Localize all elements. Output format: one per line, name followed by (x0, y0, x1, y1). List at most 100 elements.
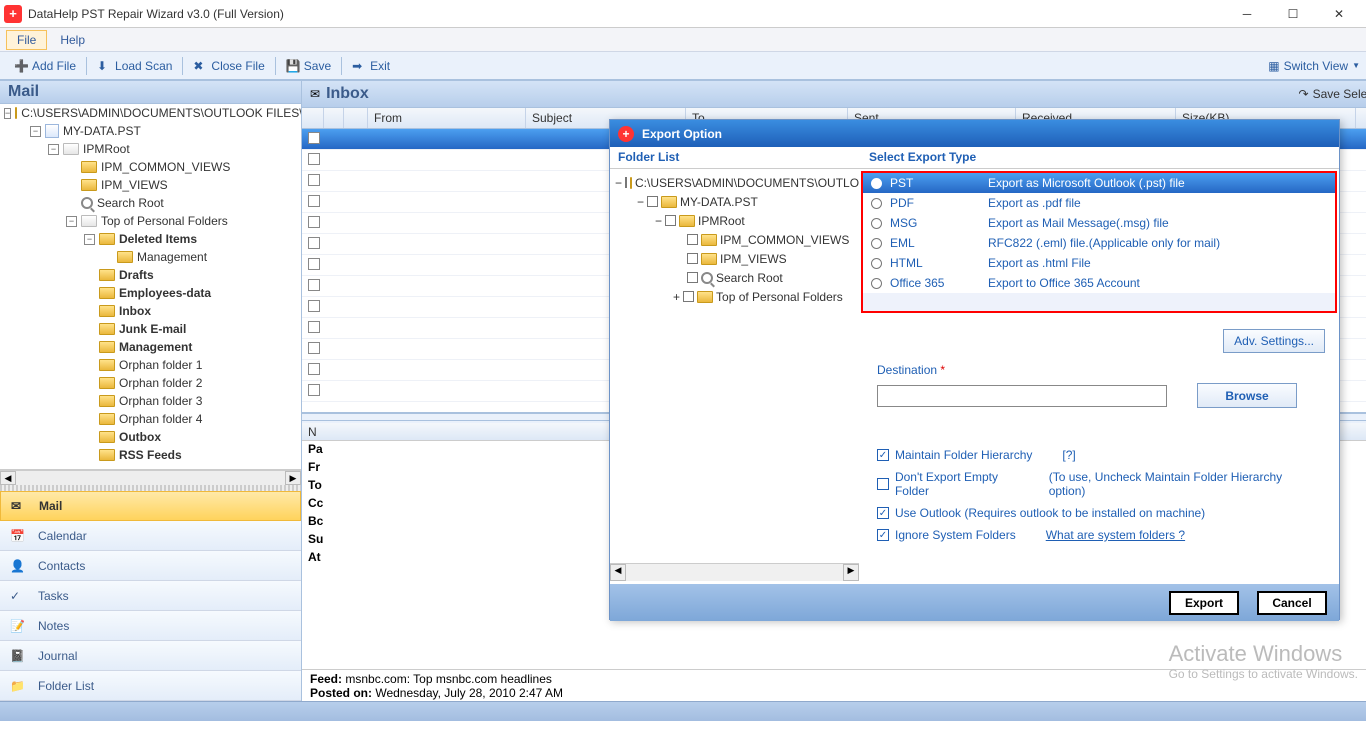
tree-node[interactable]: Orphan folder 2 (0, 374, 301, 392)
expand-toggle[interactable]: − (615, 176, 622, 190)
load-scan-button[interactable]: ⬇Load Scan (89, 55, 180, 77)
radio-button[interactable] (871, 178, 882, 189)
nav-journal[interactable]: 📓Journal (0, 641, 301, 671)
node-checkbox[interactable] (687, 234, 698, 245)
column-header[interactable] (344, 108, 368, 128)
tree-node[interactable]: −IPMRoot (0, 140, 301, 158)
row-checkbox[interactable] (308, 174, 320, 186)
export-type-office-365[interactable]: Office 365Export to Office 365 Account (863, 273, 1335, 293)
row-checkbox[interactable] (308, 153, 320, 165)
export-tree-node[interactable]: −C:\USERS\ADMIN\DOCUMENTS\OUTLOOK FILES\… (612, 173, 857, 192)
add-file-button[interactable]: ➕Add File (6, 55, 84, 77)
expand-toggle[interactable]: − (30, 126, 41, 137)
tree-node[interactable]: Drafts (0, 266, 301, 284)
modal-tree-h-scrollbar[interactable]: ◀▶ (610, 563, 859, 581)
switch-view-dropdown[interactable]: ▦Switch View▼ (1268, 59, 1360, 73)
tree-node[interactable]: Employees-data (0, 284, 301, 302)
row-checkbox[interactable] (308, 258, 320, 270)
row-checkbox[interactable] (308, 363, 320, 375)
close-button[interactable]: ✕ (1316, 0, 1362, 28)
expand-toggle[interactable]: − (4, 108, 11, 119)
radio-button[interactable] (871, 238, 882, 249)
export-type-pdf[interactable]: PDFExport as .pdf file (863, 193, 1335, 213)
row-checkbox[interactable] (308, 216, 320, 228)
export-tree-node[interactable]: IPM_VIEWS (612, 249, 857, 268)
help-link[interactable]: [?] (1062, 448, 1075, 462)
node-checkbox[interactable] (665, 215, 676, 226)
minimize-button[interactable]: ─ (1224, 0, 1270, 28)
folder-tree[interactable]: −C:\USERS\ADMIN\DOCUMENTS\OUTLOOK FILES\… (0, 104, 301, 470)
tree-node[interactable]: −C:\USERS\ADMIN\DOCUMENTS\OUTLOOK FILES\… (0, 104, 301, 122)
nav-tasks[interactable]: ✓Tasks (0, 581, 301, 611)
column-header[interactable] (302, 108, 324, 128)
export-tree-node[interactable]: Search Root (612, 268, 857, 287)
use-outlook-checkbox[interactable] (877, 507, 889, 519)
row-checkbox[interactable] (308, 237, 320, 249)
radio-button[interactable] (871, 258, 882, 269)
export-type-pst[interactable]: PSTExport as Microsoft Outlook (.pst) fi… (863, 173, 1335, 193)
tree-node[interactable]: −Deleted Items (0, 230, 301, 248)
row-checkbox[interactable] (308, 321, 320, 333)
exit-button[interactable]: ➡Exit (344, 55, 398, 77)
maintain-hierarchy-checkbox[interactable] (877, 449, 889, 461)
tree-node[interactable]: IPM_VIEWS (0, 176, 301, 194)
ignore-system-folders-checkbox[interactable] (877, 529, 889, 541)
export-type-msg[interactable]: MSGExport as Mail Message(.msg) file (863, 213, 1335, 233)
tree-node[interactable]: Management (0, 338, 301, 356)
column-header[interactable]: From (368, 108, 526, 128)
nav-notes[interactable]: 📝Notes (0, 611, 301, 641)
expand-toggle[interactable]: − (655, 214, 662, 228)
radio-button[interactable] (871, 198, 882, 209)
tree-h-scrollbar[interactable]: ◀▶ (0, 470, 301, 485)
expand-toggle[interactable]: − (48, 144, 59, 155)
tree-node[interactable]: Search Root (0, 194, 301, 212)
node-checkbox[interactable] (687, 272, 698, 283)
export-folder-tree[interactable]: −C:\USERS\ADMIN\DOCUMENTS\OUTLOOK FILES\… (610, 169, 859, 563)
nav-calendar[interactable]: 📅Calendar (0, 521, 301, 551)
expand-toggle[interactable]: − (84, 234, 95, 245)
maximize-button[interactable]: ☐ (1270, 0, 1316, 28)
export-button[interactable]: Export (1169, 591, 1239, 615)
destination-input[interactable] (877, 385, 1167, 407)
export-tree-node[interactable]: −MY-DATA.PST (612, 192, 857, 211)
tree-node[interactable]: −Top of Personal Folders (0, 212, 301, 230)
row-checkbox[interactable] (308, 300, 320, 312)
menu-help[interactable]: Help (49, 30, 96, 50)
column-header[interactable] (324, 108, 344, 128)
radio-button[interactable] (871, 218, 882, 229)
dont-export-empty-checkbox[interactable] (877, 478, 889, 490)
expand-toggle[interactable]: + (673, 290, 680, 304)
node-checkbox[interactable] (625, 177, 627, 188)
nav-mail[interactable]: ✉Mail (0, 491, 301, 521)
close-file-button[interactable]: ✖Close File (185, 55, 272, 77)
tree-node[interactable]: RSS Feeds (0, 446, 301, 464)
export-tree-node[interactable]: −IPMRoot (612, 211, 857, 230)
row-checkbox[interactable] (308, 195, 320, 207)
adv-settings-button[interactable]: Adv. Settings... (1223, 329, 1325, 353)
save-selected-button[interactable]: ↷Save Selected (1299, 87, 1366, 101)
menu-file[interactable]: File (6, 30, 47, 50)
node-checkbox[interactable] (683, 291, 694, 302)
row-checkbox[interactable] (308, 342, 320, 354)
tree-node[interactable]: Orphan folder 3 (0, 392, 301, 410)
export-type-html[interactable]: HTMLExport as .html File (863, 253, 1335, 273)
expand-toggle[interactable]: − (66, 216, 77, 227)
node-checkbox[interactable] (647, 196, 658, 207)
export-tree-node[interactable]: IPM_COMMON_VIEWS (612, 230, 857, 249)
tree-node[interactable]: Inbox (0, 302, 301, 320)
save-button[interactable]: 💾Save (278, 55, 339, 77)
row-checkbox[interactable] (308, 279, 320, 291)
expand-toggle[interactable]: − (637, 195, 644, 209)
tree-node[interactable]: Management (0, 248, 301, 266)
node-checkbox[interactable] (687, 253, 698, 264)
system-folders-link[interactable]: What are system folders ? (1046, 528, 1185, 542)
row-checkbox[interactable] (308, 132, 320, 144)
cancel-button[interactable]: Cancel (1257, 591, 1327, 615)
export-type-eml[interactable]: EMLRFC822 (.eml) file.(Applicable only f… (863, 233, 1335, 253)
nav-contacts[interactable]: 👤Contacts (0, 551, 301, 581)
export-tree-node[interactable]: +Top of Personal Folders (612, 287, 857, 306)
tree-node[interactable]: −MY-DATA.PST (0, 122, 301, 140)
tree-node[interactable]: Orphan folder 1 (0, 356, 301, 374)
tree-node[interactable]: Junk E-mail (0, 320, 301, 338)
nav-folder-list[interactable]: 📁Folder List (0, 671, 301, 701)
